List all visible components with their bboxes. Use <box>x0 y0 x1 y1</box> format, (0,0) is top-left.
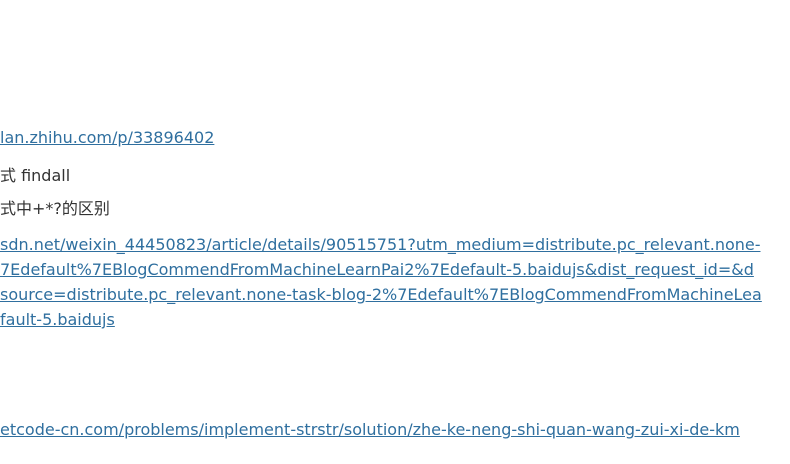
csdn-link-line-2[interactable]: 7Edefault%7EBlogCommendFromMachineLearnP… <box>0 257 754 282</box>
csdn-link-line-4[interactable]: fault-5.baidujs <box>0 307 740 332</box>
findall-text: 式 findall <box>0 166 71 185</box>
csdn-link-line-1[interactable]: sdn.net/weixin_44450823/article/details/… <box>0 232 761 257</box>
csdn-link-line-3[interactable]: source=distribute.pc_relevant.none-task-… <box>0 282 762 307</box>
leetcode-link[interactable]: etcode-cn.com/problems/implement-strstr/… <box>0 417 740 442</box>
csdn-link-block[interactable]: sdn.net/weixin_44450823/article/details/… <box>0 232 762 332</box>
document-page: lan.zhihu.com/p/33896402 式 findall 式中+*?… <box>0 0 790 464</box>
zhihu-link[interactable]: lan.zhihu.com/p/33896402 <box>0 125 214 150</box>
regex-difference-text: 式中+*?的区别 <box>0 199 110 218</box>
